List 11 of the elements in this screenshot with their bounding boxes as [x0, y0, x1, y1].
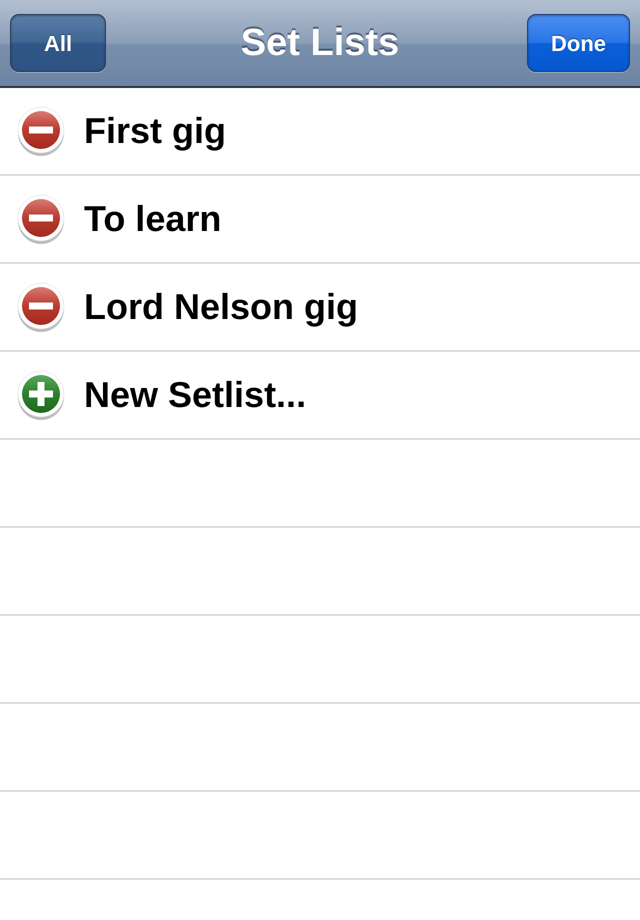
setlist-label[interactable]: First gig	[84, 104, 226, 158]
setlist-label[interactable]: Lord Nelson gig	[84, 280, 358, 334]
done-button[interactable]: Done	[527, 14, 630, 72]
setlist-label[interactable]: To learn	[84, 192, 222, 246]
plus-circle-icon[interactable]	[16, 369, 66, 421]
minus-circle-icon[interactable]	[16, 105, 66, 157]
minus-circle-icon[interactable]	[16, 193, 66, 245]
all-button[interactable]: All	[10, 14, 106, 72]
navigation-title: Set Lists	[240, 20, 400, 66]
minus-circle-icon[interactable]	[16, 281, 66, 333]
setlist-label[interactable]: New Setlist...	[84, 368, 306, 422]
